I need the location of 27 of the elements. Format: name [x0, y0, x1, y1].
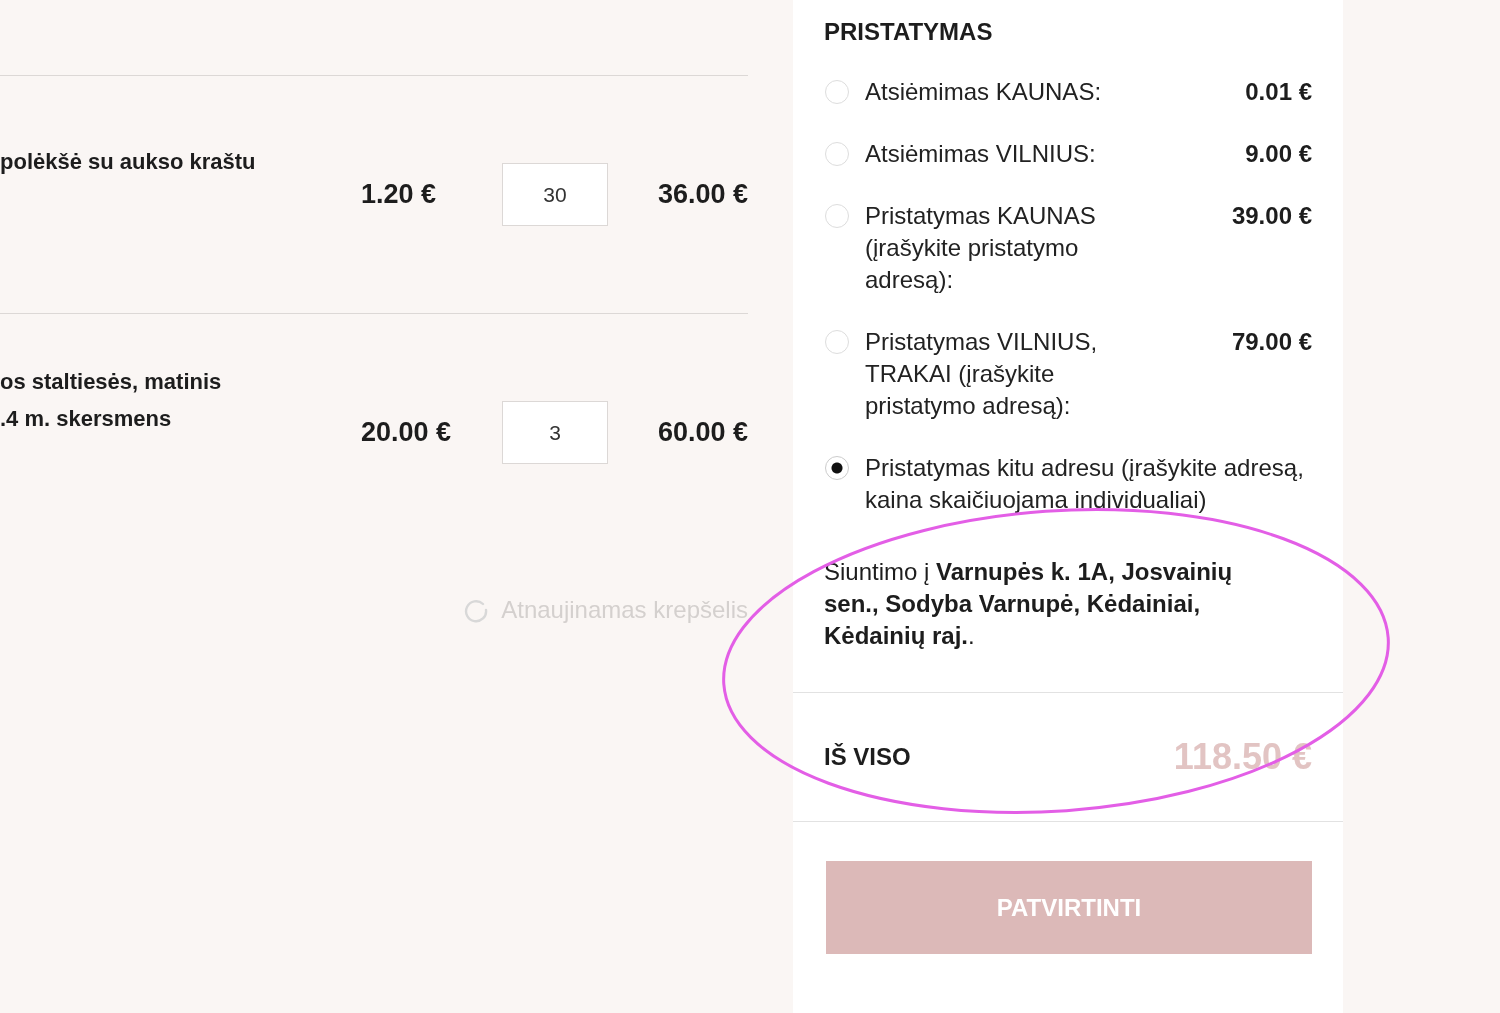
delivery-price: 9.00 €: [1244, 139, 1312, 169]
delivery-price: 0.01 €: [1244, 77, 1312, 107]
line-total: 36.00 €: [656, 179, 748, 210]
delivery-option-label[interactable]: Atsiėmimas KAUNAS:: [865, 76, 1127, 108]
radio-button[interactable]: [825, 456, 849, 480]
radio-button[interactable]: [825, 330, 849, 354]
product-name: os staltiesės, matinis: [0, 367, 223, 396]
delivery-price: 39.00 €: [1230, 201, 1312, 231]
quantity-field[interactable]: 30: [502, 163, 608, 226]
unit-price: 1.20 €: [361, 179, 438, 210]
total-label: IŠ VISO: [824, 743, 911, 771]
radio-button[interactable]: [825, 204, 849, 228]
product-name: polėkšė su aukso kraštu: [0, 148, 257, 176]
shipping-address-text: Siuntimo į Varnupės k. 1A, Josvainių sen., Sodyba Varnupė, Kėdainiai, Kėdainių raj..: [824, 557, 1234, 651]
unit-price: 20.00 €: [361, 417, 453, 448]
radio-button[interactable]: [825, 80, 849, 104]
delivery-option-label[interactable]: Pristatymas kitu adresu (įrašykite adresą, kaina skaičiuojama individualiai): [865, 452, 1312, 516]
radio-button[interactable]: [825, 142, 849, 166]
delivery-option-label[interactable]: Pristatymas KAUNAS (įrašykite pristatymo adresą):: [865, 200, 1127, 296]
product-name: .4 m. skersmens: [0, 404, 173, 433]
line-total: 60.00 €: [656, 417, 748, 448]
delivery-title: PRISTATYMAS: [824, 18, 994, 46]
quantity-field[interactable]: 3: [502, 401, 608, 464]
delivery-option-label[interactable]: Pristatymas VILNIUS, TRAKAI (įrašykite pristatymo adresą):: [865, 326, 1127, 422]
delivery-option-label[interactable]: Atsiėmimas VILNIUS:: [865, 138, 1127, 170]
delivery-price: 79.00 €: [1230, 327, 1312, 357]
refresh-icon: [463, 597, 490, 623]
